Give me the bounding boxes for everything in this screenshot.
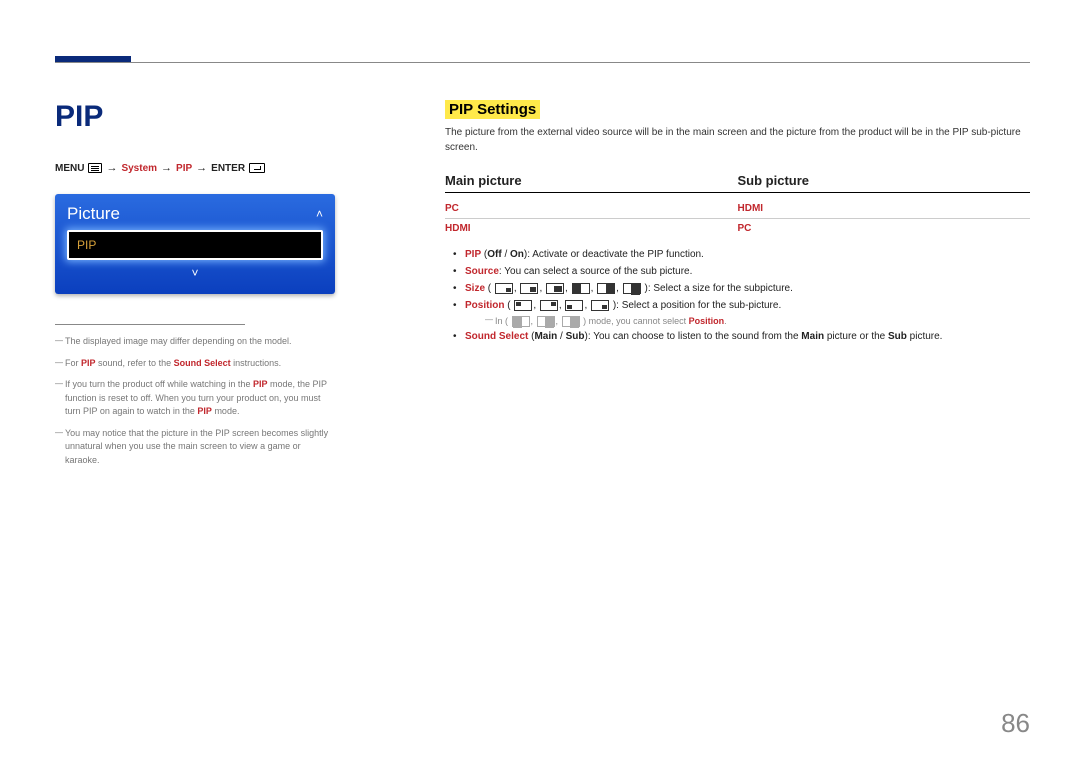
size-icon-1	[495, 283, 513, 294]
right-column: PIP Settings The picture from the extern…	[445, 100, 1030, 475]
mode-icon-2	[537, 316, 555, 327]
footnote-pip: PIP	[253, 379, 268, 389]
cell-main: HDMI	[445, 223, 738, 234]
text: ): Select a position for the sub-picture…	[613, 300, 781, 311]
pos-icon-tr	[540, 300, 558, 311]
label-source: Source	[465, 266, 499, 277]
text: /	[502, 249, 510, 260]
osd-selected-item: PIP	[67, 230, 323, 260]
size-icon-4	[572, 283, 590, 294]
footnote-3: If you turn the product off while watchi…	[55, 378, 335, 419]
size-icon-2	[520, 283, 538, 294]
size-icon-5	[597, 283, 615, 294]
opt-off: Off	[487, 249, 501, 260]
footnote-text: sound, refer to the	[96, 358, 174, 368]
footnote-text: The displayed image may differ depending…	[65, 336, 291, 346]
footnote-text: mode.	[212, 406, 240, 416]
mode-icon-3	[562, 316, 580, 327]
text: picture.	[907, 331, 943, 342]
footnote-text: For	[65, 358, 81, 368]
chevron-down-icon: ˅	[67, 266, 323, 280]
text: /	[557, 331, 565, 342]
col-sub: Sub picture	[738, 173, 1031, 188]
footnote-text: You may notice that the picture in the P…	[65, 428, 328, 465]
footnote-pip: PIP	[197, 406, 212, 416]
text: ) mode, you cannot select	[583, 316, 689, 326]
col-main: Main picture	[445, 173, 738, 188]
mode-icon-1	[512, 316, 530, 327]
bullet-position: Position ( , , , ): Select a position fo…	[445, 297, 1030, 328]
left-divider	[55, 324, 245, 325]
bullet-size: Size ( , , , , , ): Select a size for th…	[445, 280, 1030, 297]
text: .	[724, 316, 727, 326]
size-icon-6	[623, 283, 641, 294]
osd-panel: Picture ˄ PIP ˅	[55, 194, 335, 294]
footnote-text: If you turn the product off while watchi…	[65, 379, 253, 389]
table-header: Main picture Sub picture	[445, 173, 1030, 193]
label-pip: PIP	[465, 249, 481, 260]
enter-icon	[249, 163, 265, 173]
word-sub: Sub	[888, 331, 907, 342]
cell-sub: PC	[738, 223, 1031, 234]
path-pip: PIP	[176, 163, 192, 174]
menu-path: MENU → System → PIP → ENTER	[55, 162, 335, 174]
word-main: Main	[801, 331, 824, 342]
bullet-pip: PIP (Off / On): Activate or deactivate t…	[445, 246, 1030, 263]
page-number: 86	[1001, 708, 1030, 739]
menu-label: MENU	[55, 163, 84, 174]
text: In (	[495, 316, 508, 326]
size-icon-3	[546, 283, 564, 294]
table-row: PC HDMI	[445, 199, 1030, 218]
opt-main: Main	[534, 331, 557, 342]
header-rule	[55, 62, 1030, 63]
label-position: Position	[689, 316, 725, 326]
opt-sub: Sub	[566, 331, 585, 342]
text: picture or the	[824, 331, 888, 342]
osd-title: Picture	[67, 204, 120, 224]
left-column: PIP MENU → System → PIP → ENTER Picture …	[55, 100, 335, 475]
text: ): Activate or deactivate the PIP functi…	[524, 249, 704, 260]
text: (	[504, 300, 510, 311]
footnote-2: For PIP sound, refer to the Sound Select…	[55, 357, 335, 371]
label-soundselect: Sound Select	[465, 331, 528, 342]
menu-icon	[88, 163, 102, 173]
arrow-icon: →	[196, 162, 207, 174]
settings-heading: PIP Settings	[445, 100, 540, 119]
footnote-1: The displayed image may differ depending…	[55, 335, 335, 349]
pos-icon-br	[591, 300, 609, 311]
text: : Select a size for the subpicture.	[648, 283, 793, 294]
settings-intro: The picture from the external video sour…	[445, 125, 1030, 155]
chevron-up-icon: ˄	[316, 207, 323, 221]
arrow-icon: →	[161, 162, 172, 174]
page-body: PIP MENU → System → PIP → ENTER Picture …	[55, 100, 1030, 475]
pos-icon-tl	[514, 300, 532, 311]
pos-icon-bl	[565, 300, 583, 311]
bullet-source: Source: You can select a source of the s…	[445, 263, 1030, 280]
text: : You can select a source of the sub pic…	[499, 266, 692, 277]
footnote-4: You may notice that the picture in the P…	[55, 427, 335, 468]
footnote-text: instructions.	[231, 358, 282, 368]
label-size: Size	[465, 283, 485, 294]
page-title: PIP	[55, 100, 335, 134]
enter-label: ENTER	[211, 163, 245, 174]
osd-header: Picture ˄	[67, 204, 323, 224]
table-row: HDMI PC	[445, 218, 1030, 238]
text: ): You can choose to listen to the sound…	[584, 331, 801, 342]
arrow-icon: →	[106, 162, 117, 174]
opt-on: On	[510, 249, 524, 260]
bullet-sound-select: Sound Select (Main / Sub): You can choos…	[445, 328, 1030, 345]
position-subnote: In ( , , ) mode, you cannot select Posit…	[485, 314, 1030, 328]
cell-sub: HDMI	[738, 203, 1031, 214]
footnote-soundselect: Sound Select	[174, 358, 231, 368]
label-position: Position	[465, 300, 504, 311]
path-system: System	[121, 163, 157, 174]
footnote-pip: PIP	[81, 358, 96, 368]
settings-list: PIP ( Off / On): Activate or deactivate t…	[445, 246, 1030, 345]
cell-main: PC	[445, 203, 738, 214]
source-table: Main picture Sub picture PC HDMI HDMI PC	[445, 173, 1030, 238]
